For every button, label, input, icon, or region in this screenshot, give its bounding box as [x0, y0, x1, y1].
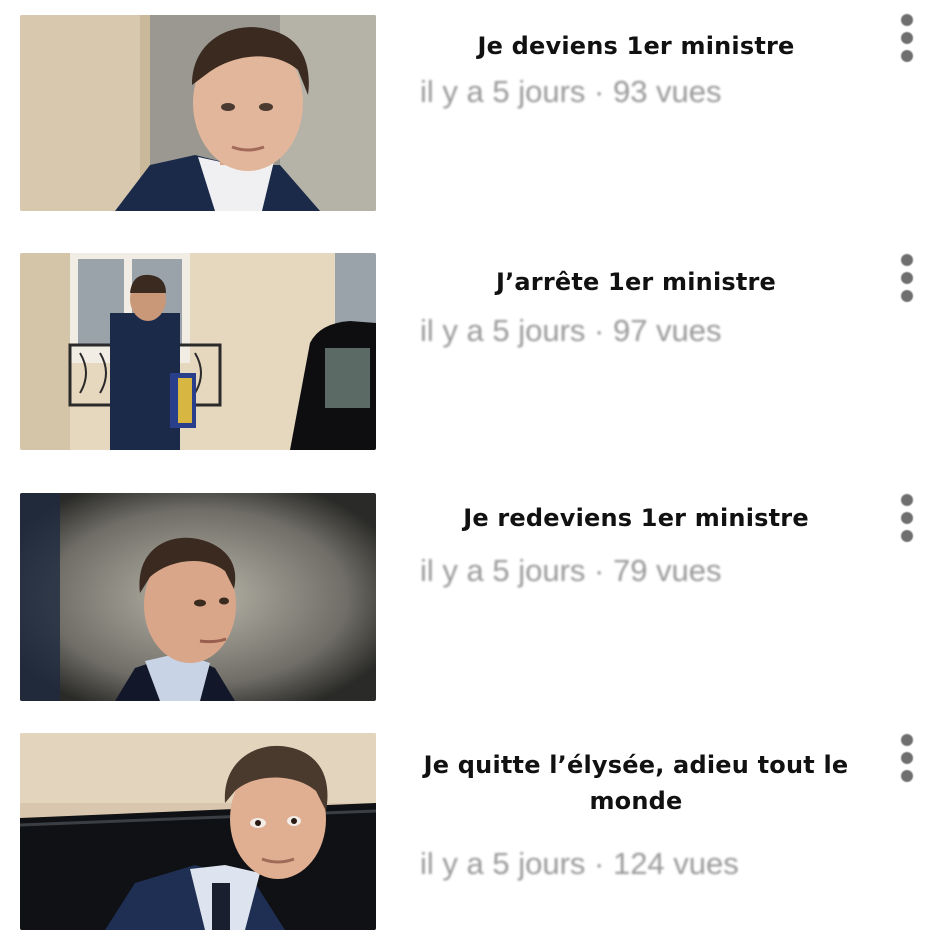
video-meta: il y a 5 jours · 124 vues — [420, 846, 739, 881]
video-title[interactable]: J’arrête 1er ministre — [420, 264, 852, 300]
video-thumbnail[interactable] — [20, 733, 376, 930]
portrait-close-up-icon — [20, 15, 376, 211]
more-vertical-icon[interactable] — [893, 252, 921, 304]
video-item[interactable]: Je redeviens 1er ministre il y a 5 jours… — [0, 480, 948, 710]
video-thumbnail[interactable] — [20, 253, 376, 450]
video-title[interactable]: Je deviens 1er ministre — [420, 28, 852, 64]
video-thumbnail[interactable] — [20, 493, 376, 701]
video-meta: il y a 5 jours · 79 vues — [420, 553, 722, 588]
video-item[interactable]: Je deviens 1er ministre il y a 5 jours ·… — [0, 0, 948, 230]
more-vertical-icon[interactable] — [893, 12, 921, 64]
video-title[interactable]: Je quitte l’élysée, adieu tout le monde — [420, 747, 852, 819]
video-title[interactable]: Je redeviens 1er ministre — [420, 500, 852, 536]
video-meta: il y a 5 jours · 93 vues — [420, 74, 722, 109]
man-walking-to-car-icon — [20, 253, 376, 450]
more-vertical-icon[interactable] — [893, 732, 921, 784]
video-meta: il y a 5 jours · 97 vues — [420, 313, 722, 348]
video-thumbnail[interactable] — [20, 15, 376, 211]
video-item[interactable]: J’arrête 1er ministre il y a 5 jours · 9… — [0, 240, 948, 470]
video-feed: Je deviens 1er ministre il y a 5 jours ·… — [0, 0, 948, 945]
video-item[interactable]: Je quitte l’élysée, adieu tout le monde … — [0, 720, 948, 945]
portrait-side-glance-icon — [20, 493, 376, 701]
portrait-leaving-car-icon — [20, 733, 376, 930]
more-vertical-icon[interactable] — [893, 492, 921, 544]
